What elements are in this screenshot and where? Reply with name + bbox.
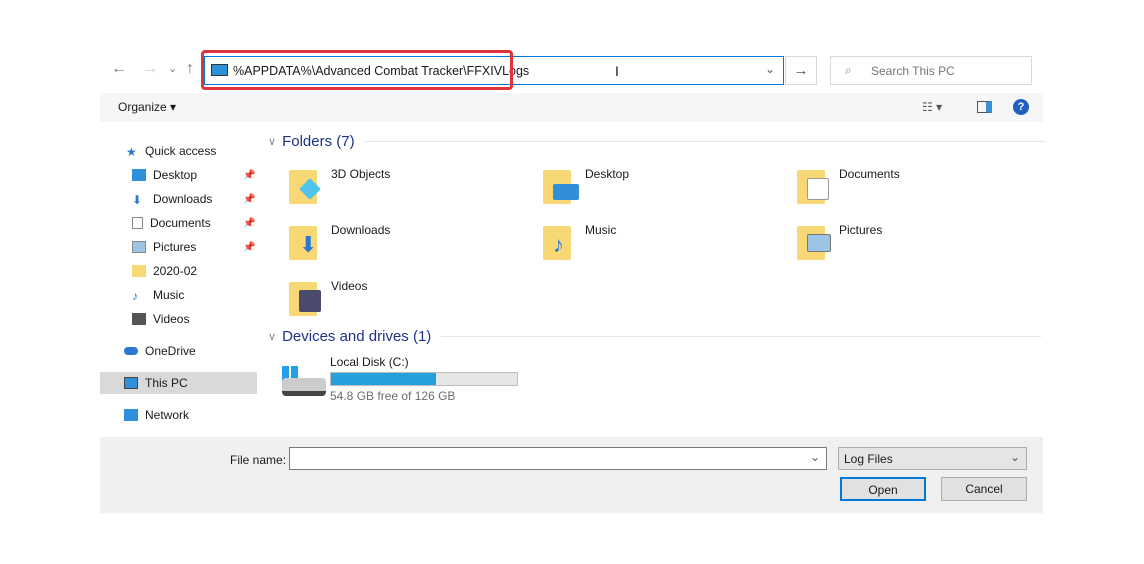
folder-music[interactable]: ♪ Music <box>539 220 616 260</box>
folder-pictures[interactable]: Pictures <box>793 220 882 260</box>
file-name-input[interactable]: ⌄ <box>289 447 827 470</box>
sidebar-item-label: Quick access <box>145 144 217 158</box>
video-icon <box>132 313 146 325</box>
folder-icon: ⬇ <box>285 220 321 260</box>
folders-group-header[interactable]: ∨ Folders (7) <box>268 133 1045 150</box>
text-cursor-icon: I <box>615 63 619 79</box>
sidebar-item-label: Videos <box>153 312 190 326</box>
sidebar-item-network[interactable]: Network <box>100 404 257 426</box>
folder-label: Desktop <box>585 167 630 181</box>
download-icon: ⬇ <box>132 193 143 207</box>
network-icon <box>124 409 138 421</box>
sidebar-item-videos[interactable]: Videos <box>100 308 257 330</box>
sidebar-item-label: Desktop <box>153 168 198 182</box>
sidebar-item-onedrive[interactable]: OneDrive <box>100 340 257 362</box>
document-icon <box>132 217 143 229</box>
drive-free-space: 54.8 GB free of 126 GB <box>330 389 456 403</box>
star-icon: ★ <box>126 145 137 159</box>
organize-button[interactable]: Organize ▾ <box>118 100 176 114</box>
forward-button[interactable]: → <box>142 60 158 78</box>
view-options-icon[interactable]: ☷ ▾ <box>922 100 942 114</box>
folder-label: Pictures <box>839 223 883 237</box>
drive-usage-bar <box>330 372 518 386</box>
back-button[interactable]: ← <box>111 60 127 78</box>
pin-icon: 📌 <box>243 193 256 205</box>
music-icon: ♪ <box>132 289 138 303</box>
group-title: Devices and drives (1) <box>282 328 432 345</box>
pc-icon <box>124 377 138 389</box>
preview-pane-icon[interactable] <box>977 101 992 113</box>
folder-desktop[interactable]: Desktop <box>539 164 629 204</box>
folder-videos[interactable]: Videos <box>285 276 367 316</box>
sidebar-item-music[interactable]: ♪ Music <box>100 284 257 306</box>
desktop-icon <box>132 169 146 181</box>
chevron-down-icon: ∨ <box>268 136 277 148</box>
folder-icon <box>793 220 831 260</box>
address-dropdown-icon[interactable]: ⌄ <box>765 62 775 76</box>
pin-icon: 📌 <box>243 169 256 181</box>
sidebar-item-label: 2020-02 <box>153 264 198 278</box>
search-icon: ⌕ <box>845 63 852 77</box>
pin-icon: 📌 <box>243 241 256 253</box>
open-button[interactable]: Open <box>840 477 926 501</box>
folder-icon: ♪ <box>539 220 575 260</box>
sidebar-item-label: This PC <box>145 376 188 390</box>
folder-3d-objects[interactable]: 3D Objects <box>285 164 390 204</box>
sidebar-item-downloads[interactable]: ⬇ Downloads 📌 <box>100 188 257 210</box>
file-type-value: Log Files <box>844 452 893 466</box>
file-name-label: File name: <box>230 453 287 467</box>
chevron-down-icon[interactable]: ⌄ <box>810 450 820 464</box>
cloud-icon <box>124 347 138 355</box>
picture-icon <box>132 241 146 253</box>
folder-label: Documents <box>839 167 900 181</box>
sidebar-item-label: Network <box>145 408 190 422</box>
folder-icon <box>285 164 321 204</box>
folder-label: 3D Objects <box>331 167 391 181</box>
pin-icon: 📌 <box>243 217 256 229</box>
drive-local-disk-c[interactable]: Local Disk (C:) 54.8 GB free of 126 GB <box>280 354 518 403</box>
group-title: Folders (7) <box>282 133 355 150</box>
folder-label: Videos <box>331 279 368 293</box>
address-highlight <box>201 50 513 90</box>
chevron-down-icon: ∨ <box>268 331 277 343</box>
sidebar-item-documents[interactable]: Documents 📌 <box>100 212 257 234</box>
folder-icon <box>793 164 829 204</box>
search-placeholder: Search This PC <box>871 64 955 78</box>
drive-name: Local Disk (C:) <box>330 355 409 369</box>
sidebar-item-pictures[interactable]: Pictures 📌 <box>100 236 257 258</box>
sidebar-item-label: OneDrive <box>145 344 196 358</box>
sidebar-item-quick-access[interactable]: ★ Quick access <box>100 140 257 162</box>
folder-label: Downloads <box>331 223 391 237</box>
up-button[interactable]: ↑ <box>186 60 194 78</box>
sidebar-item-this-pc[interactable]: This PC <box>100 372 257 394</box>
folder-downloads[interactable]: ⬇ Downloads <box>285 220 390 260</box>
search-input[interactable]: ⌕ Search This PC <box>830 56 1032 85</box>
footer-panel: File name: ⌄ Log Files ⌄ Open Cancel <box>100 437 1043 513</box>
file-type-select[interactable]: Log Files ⌄ <box>838 447 1027 470</box>
cancel-button[interactable]: Cancel <box>941 477 1027 501</box>
help-icon[interactable]: ? <box>1013 99 1029 115</box>
sidebar-item-label: Documents <box>150 216 211 230</box>
chevron-down-icon: ⌄ <box>1009 450 1020 464</box>
sidebar-item-label: Pictures <box>153 240 197 254</box>
folder-label: Music <box>585 223 617 237</box>
folder-icon <box>132 265 146 277</box>
sidebar-item-2020-02[interactable]: 2020-02 <box>100 260 257 282</box>
sidebar-item-desktop[interactable]: Desktop 📌 <box>100 164 257 186</box>
drives-group-header[interactable]: ∨ Devices and drives (1) <box>268 328 1042 345</box>
recent-locations-button[interactable]: ⌄ <box>168 62 177 75</box>
sidebar-item-label: Music <box>153 288 185 302</box>
folder-documents[interactable]: Documents <box>793 164 900 204</box>
drive-icon <box>280 354 330 398</box>
sidebar-item-label: Downloads <box>153 192 213 206</box>
go-button[interactable]: → <box>785 56 817 85</box>
folder-icon <box>539 164 579 204</box>
toolbar: Organize ▾ ☷ ▾ ? <box>100 93 1043 122</box>
folder-icon <box>285 276 321 316</box>
